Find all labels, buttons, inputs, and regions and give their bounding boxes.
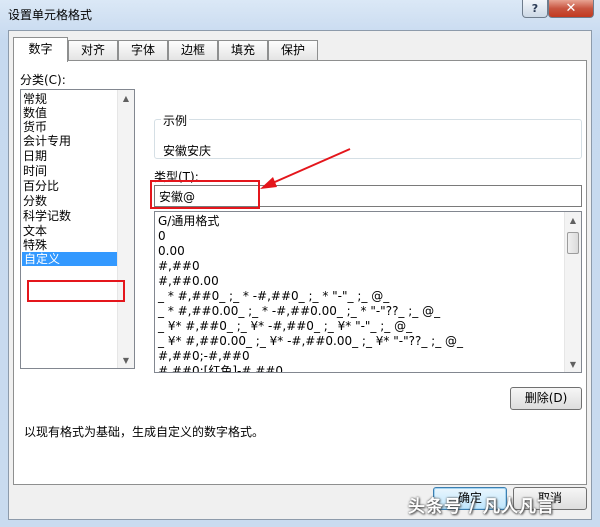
format-item[interactable]: #,##0.00 [158, 274, 219, 288]
scroll-up-icon[interactable]: ▲ [118, 90, 134, 106]
dialog-title: 设置单元格格式 [8, 8, 93, 22]
tab-fill[interactable]: 填充 [218, 40, 268, 60]
category-item-general[interactable]: 常规 [23, 92, 47, 106]
annotation-arrow-icon [260, 148, 351, 189]
category-item-currency[interactable]: 货币 [23, 120, 47, 134]
help-icon: ? [531, 2, 539, 15]
tab-alignment[interactable]: 对齐 [68, 40, 118, 60]
delete-button[interactable]: 删除(D) [510, 387, 582, 410]
category-label: 分类(C): [20, 73, 66, 87]
format-item[interactable]: _ ¥* #,##0_ ;_ ¥* -#,##0_ ;_ ¥* "-"_ ;_ … [158, 319, 416, 333]
format-item[interactable]: _ ¥* #,##0.00_ ;_ ¥* -#,##0.00_ ;_ ¥* "-… [158, 334, 467, 348]
format-list[interactable]: G/通用格式 0 0.00 #,##0 #,##0.00 _ * #,##0_ … [154, 211, 582, 373]
sample-label: 示例 [161, 112, 190, 129]
tab-border[interactable]: 边框 [168, 40, 218, 60]
sample-group: 示例 安徽安庆 [154, 112, 582, 159]
help-button[interactable]: ? [522, 0, 548, 18]
scroll-thumb[interactable] [567, 232, 579, 254]
format-item[interactable]: G/通用格式 [158, 214, 219, 228]
category-item-special[interactable]: 特殊 [23, 238, 47, 252]
category-item-date[interactable]: 日期 [23, 149, 47, 163]
format-item[interactable]: #,##0;[红色]-#,##0 [158, 364, 283, 372]
category-list[interactable]: 常规 数值 货币 会计专用 日期 时间 百分比 分数 科学记数 文本 特殊 自定… [20, 89, 135, 369]
number-tab-panel: 分类(C): 常规 数值 货币 会计专用 日期 时间 百分比 分数 科学记数 文… [13, 60, 587, 485]
format-item[interactable]: 0 [158, 229, 166, 243]
tab-protection[interactable]: 保护 [268, 40, 318, 60]
category-item-number[interactable]: 数值 [23, 106, 47, 120]
category-item-fraction[interactable]: 分数 [23, 194, 47, 208]
tab-number[interactable]: 数字 [13, 37, 68, 62]
category-item-scientific[interactable]: 科学记数 [23, 209, 71, 223]
tab-font[interactable]: 字体 [118, 40, 168, 60]
sample-value: 安徽安庆 [163, 144, 212, 158]
category-item-custom[interactable]: 自定义 [22, 252, 118, 266]
category-item-accounting[interactable]: 会计专用 [23, 134, 71, 148]
scroll-down-icon[interactable]: ▼ [565, 356, 581, 372]
format-item[interactable]: 0.00 [158, 244, 185, 258]
format-description: 以现有格式为基础，生成自定义的数字格式。 [24, 425, 265, 439]
format-scrollbar[interactable]: ▲ ▼ [564, 212, 581, 372]
category-scrollbar[interactable]: ▲ ▼ [117, 90, 134, 368]
type-input[interactable] [154, 185, 582, 207]
title-bar[interactable]: 设置单元格格式 ? ✕ [0, 0, 600, 28]
close-icon: ✕ [565, 1, 577, 16]
dialog-client-area: 数字 对齐 字体 边框 填充 保护 分类(C): 常规 数值 货币 会计专用 日… [8, 30, 592, 520]
type-label: 类型(T): [154, 170, 199, 184]
scroll-up-icon[interactable]: ▲ [565, 212, 581, 228]
format-cells-dialog: 设置单元格格式 ? ✕ 数字 对齐 字体 边框 填充 保护 分类(C): 常规 … [0, 0, 600, 527]
format-item[interactable]: _ * #,##0.00_ ;_ * -#,##0.00_ ;_ * "-"??… [158, 304, 444, 318]
scroll-down-icon[interactable]: ▼ [118, 352, 134, 368]
category-item-time[interactable]: 时间 [23, 164, 47, 178]
format-item[interactable]: _ * #,##0_ ;_ * -#,##0_ ;_ * "-"_ ;_ @_ [158, 289, 393, 303]
category-item-text[interactable]: 文本 [23, 224, 47, 238]
format-item[interactable]: #,##0;-#,##0 [158, 349, 250, 363]
format-item[interactable]: #,##0 [158, 259, 200, 273]
watermark: 头条号 / 凡人凡言 [408, 497, 556, 517]
category-item-percentage[interactable]: 百分比 [23, 179, 59, 193]
close-button[interactable]: ✕ [548, 0, 594, 18]
